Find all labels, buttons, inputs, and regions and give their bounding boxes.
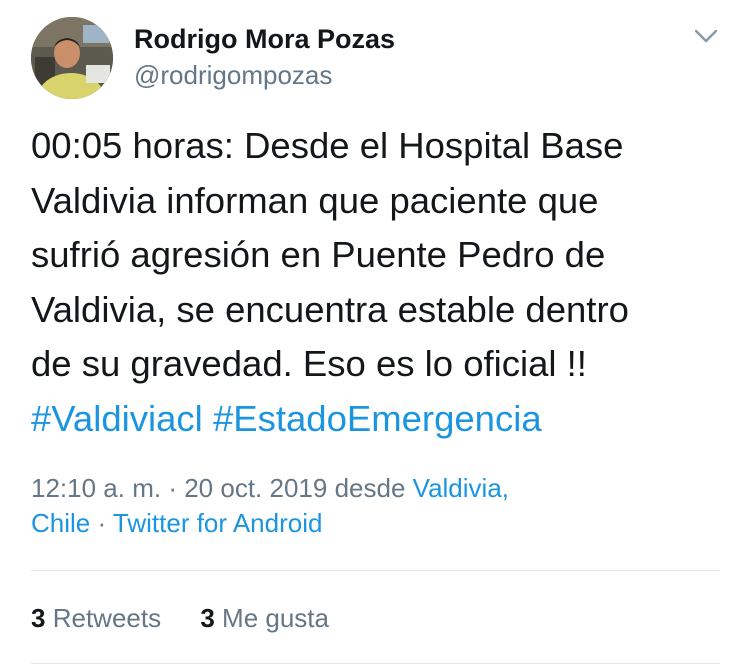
divider: [31, 570, 720, 571]
author-handle[interactable]: @rodrigompozas: [134, 58, 332, 92]
tweet-card: Rodrigo Mora Pozas @rodrigompozas 00:05 …: [0, 0, 750, 667]
tweet-text-line: Valdivia, se encuentra estable dentro: [31, 288, 629, 330]
tweet-text-line: sufrió agresión en Puente Pedro de: [31, 234, 606, 276]
tweet-date[interactable]: 20 oct. 2019: [184, 473, 327, 503]
author-display-name[interactable]: Rodrigo Mora Pozas: [134, 22, 395, 56]
source-link[interactable]: Twitter for Android: [113, 508, 323, 538]
tweet-text: 00:05 horas: Desde el Hospital Base Vald…: [31, 119, 731, 447]
metadata-line: 12:10 a. m. · 20 oct. 2019 desde Valdivi…: [31, 471, 721, 506]
likes-label: Me gusta: [222, 603, 329, 633]
tweet-text-line: Valdivia informan que paciente que: [31, 179, 599, 221]
avatar[interactable]: [31, 17, 113, 99]
tweet-time[interactable]: 12:10 a. m.: [31, 473, 161, 503]
tweet-text-line: de su gravedad. Eso es lo oficial !!: [31, 343, 587, 385]
location-link[interactable]: Chile: [31, 508, 90, 538]
separator: ·: [168, 473, 177, 503]
hashtag-line: #Valdiviacl #EstadoEmergencia: [31, 392, 731, 447]
chevron-down-icon[interactable]: [691, 24, 721, 48]
hashtag-link[interactable]: #Valdiviacl: [31, 398, 203, 439]
tweet-text-line: 00:05 horas: Desde el Hospital Base: [31, 125, 624, 166]
retweets-count: 3: [31, 603, 46, 633]
divider: [31, 663, 720, 664]
retweets-label: Retweets: [52, 603, 162, 633]
tweet-metadata: 12:10 a. m. · 20 oct. 2019 desde Valdivi…: [31, 471, 721, 541]
likes-count: 3: [200, 603, 215, 633]
from-label: desde: [334, 473, 406, 503]
avatar-photo: [31, 17, 113, 99]
hashtag-link[interactable]: #EstadoEmergencia: [213, 398, 542, 439]
location-link[interactable]: Valdivia,: [413, 473, 509, 503]
metadata-line: Chile · Twitter for Android: [31, 506, 721, 541]
likes-stat[interactable]: 3 Me gusta: [200, 603, 329, 633]
tweet-stats: 3 Retweets 3 Me gusta: [31, 601, 361, 635]
separator: ·: [97, 508, 107, 538]
retweets-stat[interactable]: 3 Retweets: [31, 603, 161, 633]
